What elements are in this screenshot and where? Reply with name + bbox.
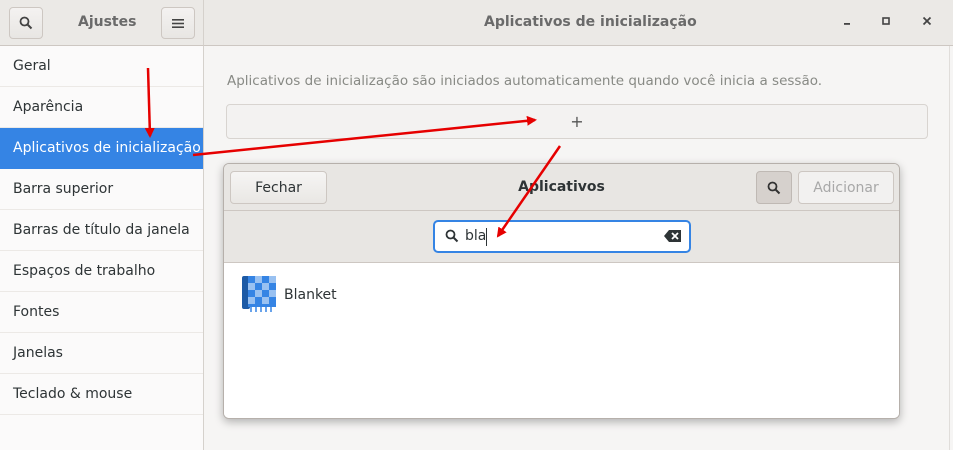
add-startup-app-button[interactable]: + [226,104,928,139]
text-caret [486,228,487,246]
tweaks-window: Ajustes Aplicativos de inicialização Ger… [0,0,953,450]
add-button[interactable]: Adicionar [798,171,894,204]
hamburger-menu-icon [172,18,184,28]
list-item[interactable]: Blanket [224,274,899,318]
close-button[interactable] [920,15,934,30]
sidebar-header: Ajustes [0,0,204,46]
clear-search-icon[interactable] [664,229,682,243]
blanket-app-icon [242,276,276,312]
sidebar-item-fontes[interactable]: Fontes [0,292,203,333]
startup-description: Aplicativos de inicialização são iniciad… [227,73,823,89]
sidebar-title: Ajustes [78,14,137,30]
divider [949,46,950,450]
search-input[interactable]: bla [433,220,691,253]
minimize-button[interactable] [840,15,854,30]
sidebar-item-barra-superior[interactable]: Barra superior [0,169,203,210]
sidebar-item-geral[interactable]: Geral [0,46,203,87]
search-icon [445,229,459,243]
app-list: Blanket [224,264,899,418]
search-icon [19,16,33,30]
dialog-header: Fechar Aplicativos Adicionar [224,164,899,211]
minimize-icon [844,23,850,25]
sidebar-item-espacos-de-trabalho[interactable]: Espaços de trabalho [0,251,203,292]
main-header: Aplicativos de inicialização [204,0,953,46]
sidebar-item-aplicativos-de-inicializacao[interactable]: Aplicativos de inicialização [0,128,203,169]
menu-button[interactable] [161,7,195,39]
search-input-value: bla [465,228,487,244]
applications-dialog: Fechar Aplicativos Adicionar bla Blanket [223,163,900,419]
sidebar-item-janelas[interactable]: Janelas [0,333,203,374]
sidebar: Geral Aparência Aplicativos de inicializ… [0,46,204,450]
sidebar-item-teclado-mouse[interactable]: Teclado & mouse [0,374,203,415]
search-bar: bla [224,211,899,263]
page-title: Aplicativos de inicialização [484,14,697,30]
close-icon [922,16,932,26]
search-icon [767,181,781,194]
plus-icon: + [570,112,584,131]
app-name: Blanket [284,287,337,303]
dialog-search-toggle[interactable] [756,171,792,204]
maximize-icon [882,17,890,25]
sidebar-item-aparencia[interactable]: Aparência [0,87,203,128]
maximize-button[interactable] [879,15,893,30]
search-button[interactable] [9,7,43,39]
sidebar-item-barras-de-titulo[interactable]: Barras de título da janela [0,210,203,251]
